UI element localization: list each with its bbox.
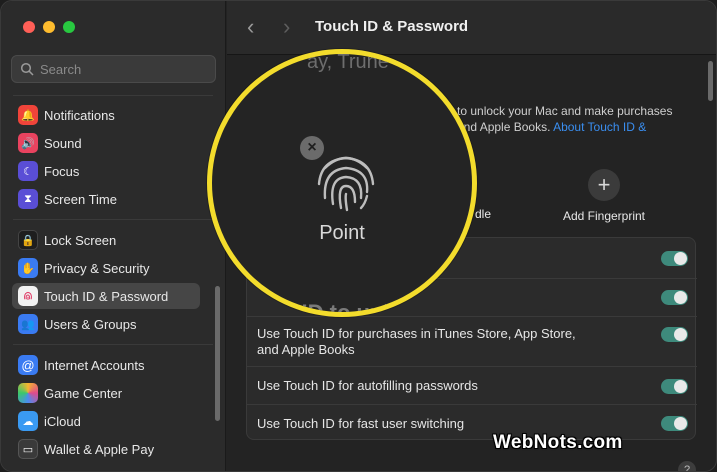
game-center-icon bbox=[18, 383, 38, 403]
sidebar-item-label: Focus bbox=[44, 163, 80, 179]
setting-toggle[interactable] bbox=[661, 379, 688, 394]
settings-window: 🔔 Notifications 🔊 Sound ☾ Focus ⧗ Screen… bbox=[0, 0, 717, 472]
sidebar-item-icloud[interactable]: ☁ iCloud bbox=[12, 408, 200, 434]
help-icon[interactable]: ? bbox=[678, 461, 696, 471]
sidebar-item-label: Users & Groups bbox=[44, 316, 137, 332]
sidebar-item-touch-id-password[interactable]: Touch ID & Password bbox=[12, 283, 200, 309]
intro-line: to unlock your Mac and make purchases bbox=[457, 104, 673, 118]
sidebar-divider bbox=[13, 219, 213, 220]
sidebar-item-label: Lock Screen bbox=[44, 232, 117, 248]
add-fingerprint-button[interactable]: + Add Fingerprint bbox=[556, 169, 652, 223]
wallet-icon: ▭ bbox=[18, 439, 38, 459]
zoom-window-button[interactable] bbox=[63, 21, 75, 33]
setting-toggle[interactable] bbox=[661, 327, 688, 342]
sidebar-item-internet-accounts[interactable]: @ Internet Accounts bbox=[12, 352, 200, 378]
sidebar-item-wallet-apple-pay[interactable]: ▭ Wallet & Apple Pay bbox=[12, 436, 200, 462]
setting-label: Use Touch ID for fast user switching bbox=[257, 416, 465, 431]
search-field[interactable] bbox=[11, 55, 216, 83]
setting-label: Use Touch ID for autofilling passwords bbox=[257, 378, 478, 393]
sidebar-item-label: Touch ID & Password bbox=[44, 288, 169, 304]
sidebar-item-label: Wallet & Apple Pay bbox=[44, 441, 155, 457]
sidebar-item-label: Privacy & Security bbox=[44, 260, 150, 276]
sidebar-item-notifications[interactable]: 🔔 Notifications bbox=[12, 102, 200, 128]
sidebar-item-focus[interactable]: ☾ Focus bbox=[12, 158, 200, 184]
window-controls bbox=[23, 21, 75, 33]
fingerprint-icon bbox=[18, 286, 38, 306]
sidebar-item-label: Internet Accounts bbox=[44, 357, 145, 373]
users-icon: 👥 bbox=[18, 314, 38, 334]
sidebar-item-label: iCloud bbox=[44, 413, 81, 429]
plus-icon: + bbox=[588, 169, 620, 201]
setting-toggle[interactable] bbox=[661, 416, 688, 431]
setting-label-line: and Apple Books bbox=[257, 342, 355, 357]
sidebar-item-label: Screen Time bbox=[44, 191, 117, 207]
cloud-icon: ☁ bbox=[18, 411, 38, 431]
sidebar-item-users-groups[interactable]: 👥 Users & Groups bbox=[12, 311, 200, 337]
sidebar-item-screen-time[interactable]: ⧗ Screen Time bbox=[12, 186, 200, 212]
sidebar-item-label: Sound bbox=[44, 135, 82, 151]
magnifier-overlay: ay, Trune × Point h ID to unl bbox=[207, 49, 477, 317]
sidebar-item-label: Game Center bbox=[44, 385, 123, 401]
sidebar-divider bbox=[13, 344, 213, 345]
toolbar: ‹ › Touch ID & Password bbox=[227, 1, 716, 55]
watermark: WebNots.com bbox=[493, 432, 623, 453]
sidebar-item-game-center[interactable]: Game Center bbox=[12, 380, 200, 406]
fingerprint-icon bbox=[317, 156, 375, 212]
intro-text: to unlock your Mac and make purchases an… bbox=[457, 103, 687, 135]
close-window-button[interactable] bbox=[23, 21, 35, 33]
search-icon bbox=[20, 62, 34, 76]
page-title: Touch ID & Password bbox=[315, 18, 469, 35]
setting-label-line: Use Touch ID for purchases in iTunes Sto… bbox=[257, 326, 576, 341]
setting-row: Use Touch ID for autofilling passwords bbox=[247, 366, 697, 404]
sidebar-item-lock-screen[interactable]: 🔒 Lock Screen bbox=[12, 227, 200, 253]
about-touch-id-link[interactable]: About Touch ID & bbox=[553, 120, 646, 134]
hand-icon: ✋ bbox=[18, 258, 38, 278]
sidebar-item-label: Notifications bbox=[44, 107, 115, 123]
sidebar-item-privacy-security[interactable]: ✋ Privacy & Security bbox=[12, 255, 200, 281]
lock-icon: 🔒 bbox=[18, 230, 38, 250]
speaker-icon: 🔊 bbox=[18, 133, 38, 153]
magnified-faded-text: ay, Trune bbox=[307, 51, 389, 73]
setting-row: Use Touch ID for fast user switching bbox=[247, 404, 697, 441]
setting-toggle[interactable] bbox=[661, 290, 688, 305]
setting-row: Use Touch ID for purchases in iTunes Sto… bbox=[247, 316, 697, 366]
sidebar-scrollbar[interactable] bbox=[215, 286, 220, 421]
sidebar: 🔔 Notifications 🔊 Sound ☾ Focus ⧗ Screen… bbox=[1, 1, 226, 471]
sidebar-item-sound[interactable]: 🔊 Sound bbox=[12, 130, 200, 156]
intro-line: and Apple Books. bbox=[457, 120, 551, 134]
setting-toggle[interactable] bbox=[661, 251, 688, 266]
hourglass-icon: ⧗ bbox=[18, 189, 38, 209]
content-scrollbar[interactable] bbox=[708, 61, 713, 101]
search-input[interactable] bbox=[40, 61, 210, 77]
at-icon: @ bbox=[18, 355, 38, 375]
sidebar-divider bbox=[13, 95, 213, 96]
fingerprint-slot-label: dle bbox=[474, 207, 491, 221]
add-fingerprint-label: Add Fingerprint bbox=[562, 209, 646, 223]
bell-icon: 🔔 bbox=[18, 105, 38, 125]
minimize-window-button[interactable] bbox=[43, 21, 55, 33]
setting-label: Use Touch ID for purchases in iTunes Sto… bbox=[257, 326, 576, 358]
back-arrow-icon[interactable]: ‹ bbox=[247, 16, 254, 38]
moon-icon: ☾ bbox=[18, 161, 38, 181]
fingerprint-name[interactable]: Point bbox=[212, 222, 472, 245]
forward-arrow-icon[interactable]: › bbox=[283, 16, 290, 38]
